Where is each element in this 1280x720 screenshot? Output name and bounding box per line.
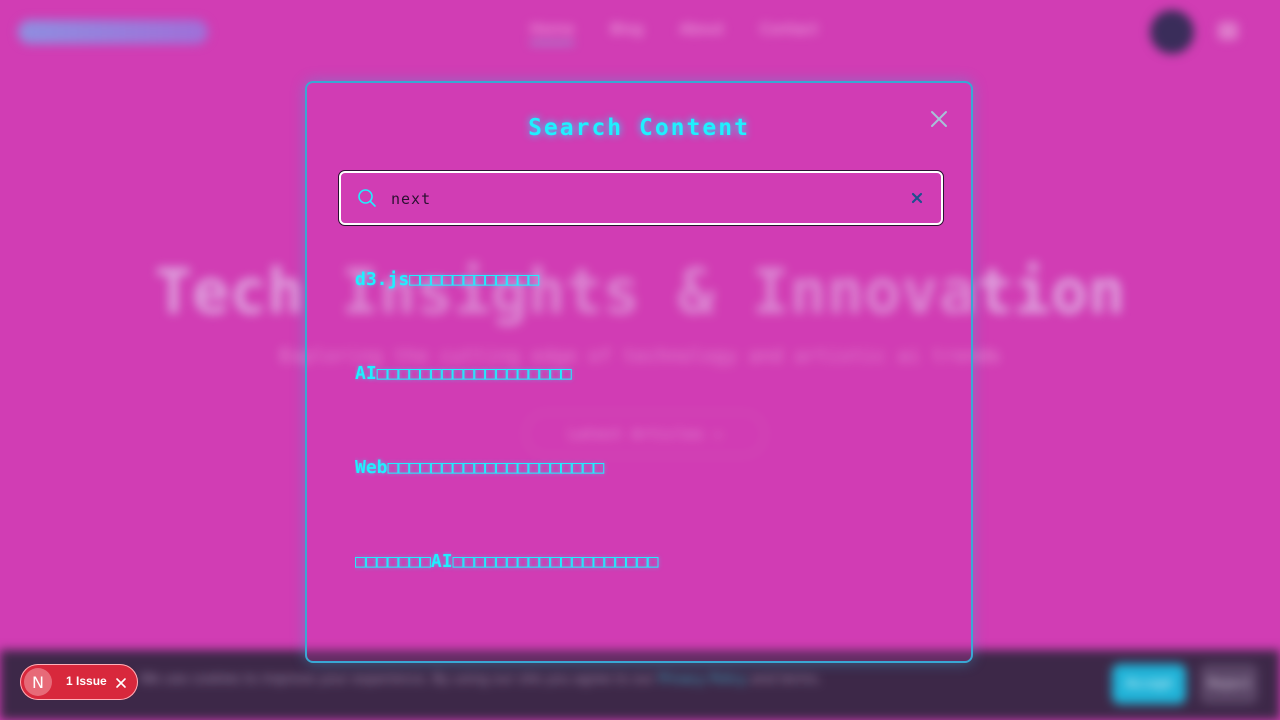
- search-result-item[interactable]: d3.js□□□□□□□□□□□□: [355, 269, 935, 363]
- search-result-item[interactable]: AI□□□□□□□□□□□□□□□□□□: [355, 363, 935, 457]
- search-results: d3.js□□□□□□□□□□□□ AI□□□□□□□□□□□□□□□□□□ W…: [355, 269, 935, 645]
- issue-label: 1 Issue: [66, 674, 107, 688]
- issue-badge[interactable]: N 1 Issue: [20, 664, 138, 700]
- nav-link-blog: Blog: [610, 20, 644, 38]
- nav-links: Home Blog About Contact: [530, 20, 818, 44]
- top-nav: Home Blog About Contact: [0, 0, 1280, 64]
- close-icon: [931, 111, 947, 127]
- cookie-text-before: We use cookies to improve your experienc…: [140, 672, 655, 687]
- search-modal: Search Content d3.js□□□□□□□□□□□□ AI□□□□□…: [305, 81, 973, 663]
- nav-link-contact: Contact: [759, 20, 819, 38]
- search-icon: [358, 189, 376, 207]
- cookie-text-after: and terms.: [751, 672, 822, 687]
- next-logo-icon: N: [24, 668, 52, 696]
- site-logo: [18, 20, 208, 44]
- clear-icon: [911, 192, 923, 204]
- search-result-item[interactable]: □□□□□□□AI□□□□□□□□□□□□□□□□□□□: [355, 551, 935, 645]
- close-icon: [116, 678, 126, 688]
- search-input[interactable]: [389, 183, 893, 215]
- issue-close-button[interactable]: [114, 675, 128, 689]
- avatar: [1150, 10, 1194, 54]
- close-button[interactable]: [927, 107, 951, 131]
- nav-link-home: Home: [530, 20, 575, 44]
- cookie-text: We use cookies to improve your experienc…: [140, 672, 821, 687]
- search-result-item[interactable]: Web□□□□□□□□□□□□□□□□□□□□: [355, 457, 935, 551]
- nav-link-about: About: [679, 20, 724, 38]
- modal-title: Search Content: [528, 115, 750, 141]
- clear-search-button[interactable]: [909, 190, 925, 206]
- menu-icon: [1218, 22, 1238, 40]
- reject-cookies-button: Reject: [1200, 664, 1258, 704]
- accept-cookies-button: Accept: [1112, 664, 1186, 704]
- search-box: [339, 171, 943, 225]
- privacy-link: Privacy Policy: [658, 672, 747, 687]
